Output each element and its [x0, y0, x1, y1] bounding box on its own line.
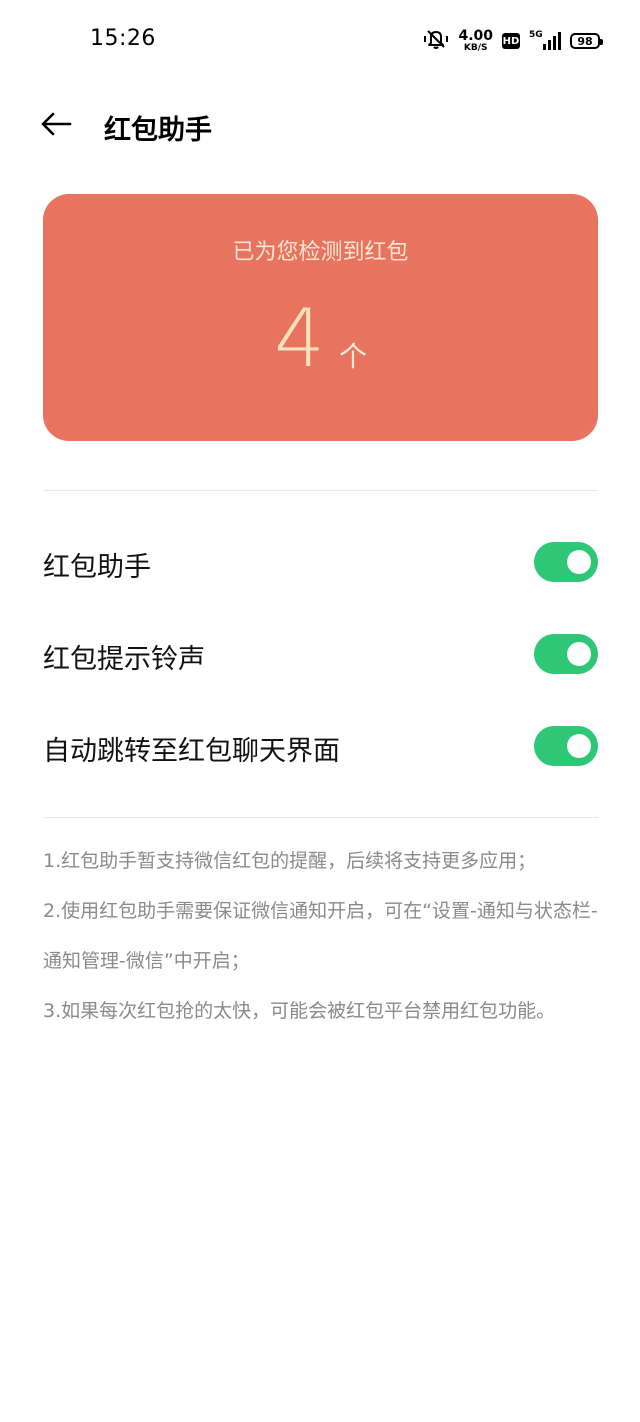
hd-icon: HD	[502, 33, 520, 49]
setting-red-packet-ringtone: 红包提示铃声	[43, 624, 598, 684]
red-packet-assistant-screen: 15:26 4.00 KB/S HD 5G 98 红包助手 已为您检测到红包 4…	[0, 0, 640, 1422]
setting-auto-jump-chat: 自动跳转至红包聊天界面	[43, 716, 598, 776]
network-speed-value: 4.00	[458, 28, 493, 44]
auto-jump-chat-toggle[interactable]	[534, 726, 598, 766]
setting-label: 红包助手	[43, 552, 151, 583]
toggle-knob	[567, 550, 591, 574]
back-button[interactable]	[36, 106, 76, 146]
network-speed: 4.00 KB/S	[458, 29, 493, 53]
battery-level: 98	[577, 34, 593, 48]
note-item: 3.如果每次红包抢的太快，可能会被红包平台禁用红包功能。	[43, 1000, 556, 1022]
back-arrow-icon	[40, 112, 72, 140]
status-icons: 4.00 KB/S HD 5G 98	[423, 26, 603, 56]
divider	[43, 490, 598, 491]
red-packet-ringtone-toggle[interactable]	[534, 634, 598, 674]
count-unit: 个	[338, 340, 367, 373]
toggle-knob	[567, 642, 591, 666]
toggle-knob	[567, 734, 591, 758]
count-display: 4 个	[43, 299, 598, 379]
note-item: 1.红包助手暂支持微信红包的提醒，后续将支持更多应用；	[43, 850, 537, 872]
note-item: 2.使用红包助手需要保证微信通知开启，可在“设置-通知与状态栏-通知管理-微信”…	[43, 900, 598, 972]
signal-strength-icon: 5G	[529, 30, 561, 50]
red-packet-count: 4	[274, 292, 325, 385]
network-type-label: 5G	[529, 30, 543, 40]
detected-label: 已为您检测到红包	[232, 240, 409, 265]
mute-vibrate-icon	[423, 28, 449, 54]
red-packet-count-card: 已为您检测到红包 4 个	[43, 194, 598, 441]
divider	[43, 817, 598, 818]
status-time: 15:26	[90, 26, 156, 51]
red-packet-assistant-toggle[interactable]	[534, 542, 598, 582]
usage-notes: 1.红包助手暂支持微信红包的提醒，后续将支持更多应用； 2.使用红包助手需要保证…	[43, 836, 598, 1036]
setting-label: 自动跳转至红包聊天界面	[43, 736, 340, 767]
page-title: 红包助手	[104, 115, 212, 146]
setting-red-packet-assistant: 红包助手	[43, 532, 598, 592]
network-speed-unit: KB/S	[463, 43, 488, 53]
status-bar: 15:26 4.00 KB/S HD 5G 98	[0, 0, 640, 80]
battery-icon: 98	[570, 33, 603, 49]
header: 红包助手	[0, 96, 640, 156]
setting-label: 红包提示铃声	[43, 644, 205, 675]
